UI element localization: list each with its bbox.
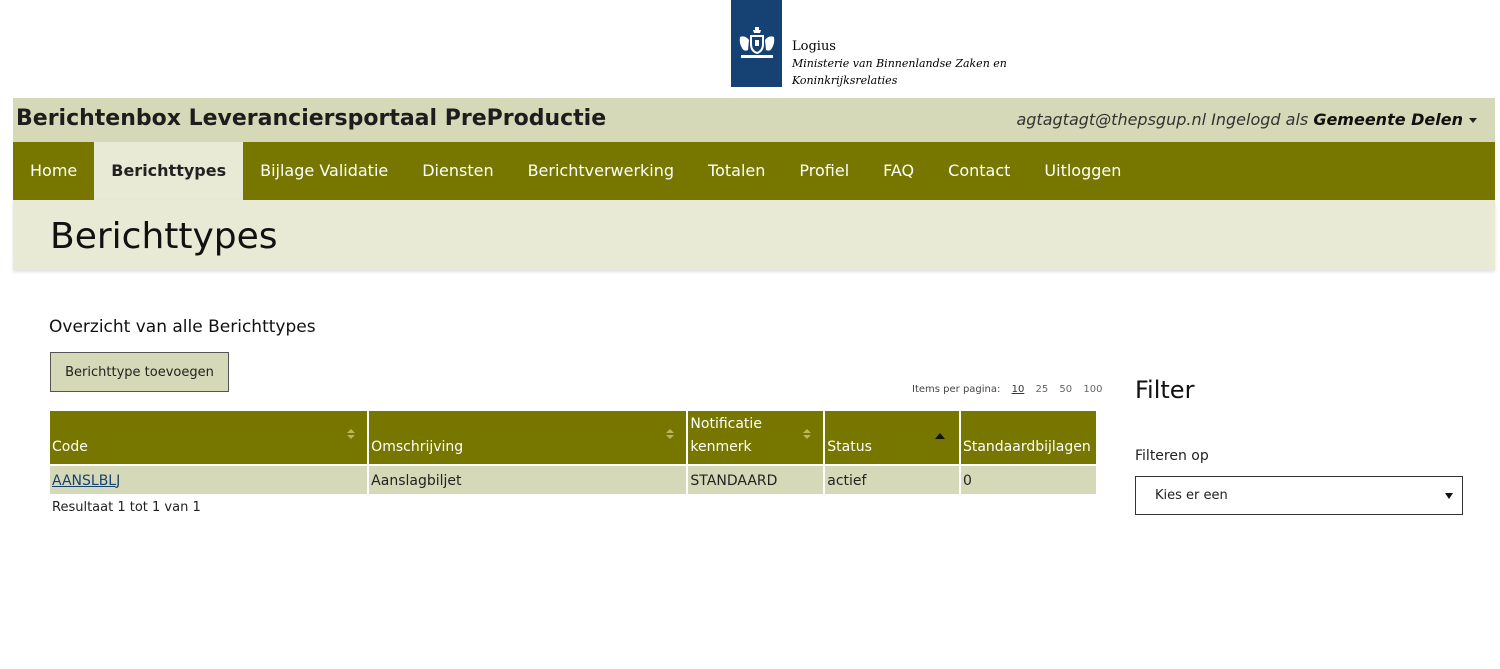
column-header-standaardbijlagen: Standaardbijlagen [960, 411, 1096, 464]
filter-label: Filteren op [1135, 448, 1209, 464]
cell-omschrijving: Aanslagbiljet [369, 464, 687, 494]
column-header-status[interactable]: Status [825, 411, 959, 464]
nav-diensten[interactable]: Diensten [405, 142, 510, 200]
sort-icon[interactable] [666, 429, 675, 441]
column-header-omschrijving[interactable]: Omschrijving [369, 411, 687, 464]
logged-in-label: Ingelogd als [1211, 110, 1309, 129]
page-header: Berichttypes [13, 200, 1495, 270]
chevron-down-icon[interactable] [1445, 493, 1453, 499]
sort-icon[interactable] [347, 429, 356, 441]
user-menu[interactable]: agtagtagt@thepsgup.nl Ingelogd als Gemee… [1016, 110, 1477, 129]
caret-down-icon[interactable] [1469, 118, 1477, 123]
main-nav: Home Berichttypes Bijlage Validatie Dien… [13, 142, 1495, 200]
cell-status: actief [825, 464, 959, 494]
berichttypes-table: Code Omschrijving Notificatie kenmerk St… [48, 411, 1098, 494]
logo: Logius Ministerie van Binnenlandse Zaken… [731, 0, 1007, 88]
page-size-100[interactable]: 100 [1083, 384, 1102, 395]
sort-icon[interactable] [803, 429, 812, 441]
result-count: Resultaat 1 tot 1 van 1 [52, 500, 201, 515]
logo-org-name: Logius [792, 39, 836, 54]
nav-berichtverwerking[interactable]: Berichtverwerking [511, 142, 691, 200]
filter-select[interactable]: Kies er een [1135, 476, 1463, 515]
page-size-10[interactable]: 10 [1012, 384, 1025, 395]
app-title: Berichtenbox Leveranciersportaal PreProd… [16, 106, 607, 131]
cell-bijlagen: 0 [960, 464, 1096, 494]
nav-faq[interactable]: FAQ [866, 142, 931, 200]
code-link[interactable]: AANSLBLJ [52, 473, 120, 489]
logo-ministry-line2: Koninkrijksrelaties [792, 74, 898, 87]
nav-home[interactable]: Home [13, 142, 94, 200]
section-title: Overzicht van alle Berichttypes [49, 317, 316, 337]
page-title: Berichttypes [50, 216, 278, 257]
page-size-50[interactable]: 50 [1059, 384, 1072, 395]
logo-ministry-line1: Ministerie van Binnenlandse Zaken en [792, 57, 1007, 70]
crest-icon [731, 0, 782, 87]
items-per-page: Items per pagina: 10 25 50 100 [912, 384, 1102, 395]
sort-ascending-icon[interactable] [934, 433, 945, 439]
user-email: agtagtagt@thepsgup.nl [1016, 110, 1207, 129]
filter-selected-value: Kies er een [1155, 488, 1228, 503]
table-row: AANSLBLJ Aanslagbiljet STANDAARD actief … [50, 464, 1096, 494]
nav-profiel[interactable]: Profiel [782, 142, 866, 200]
column-header-code[interactable]: Code [50, 411, 368, 464]
filter-title: Filter [1135, 376, 1195, 404]
nav-totalen[interactable]: Totalen [691, 142, 782, 200]
cell-kenmerk: STANDAARD [688, 464, 824, 494]
title-bar: Berichtenbox Leveranciersportaal PreProd… [13, 98, 1495, 142]
items-per-page-label: Items per pagina: [912, 384, 1001, 395]
nav-bijlage-validatie[interactable]: Bijlage Validatie [243, 142, 405, 200]
organisation-name: Gemeente Delen [1313, 110, 1463, 129]
nav-uitloggen[interactable]: Uitloggen [1027, 142, 1138, 200]
nav-contact[interactable]: Contact [931, 142, 1027, 200]
column-header-notificatie-kenmerk[interactable]: Notificatie kenmerk [688, 411, 824, 464]
cell-code: AANSLBLJ [50, 464, 368, 494]
add-berichttype-button[interactable]: Berichttype toevoegen [50, 352, 229, 392]
nav-berichttypes[interactable]: Berichttypes [94, 142, 244, 200]
page-size-25[interactable]: 25 [1036, 384, 1049, 395]
